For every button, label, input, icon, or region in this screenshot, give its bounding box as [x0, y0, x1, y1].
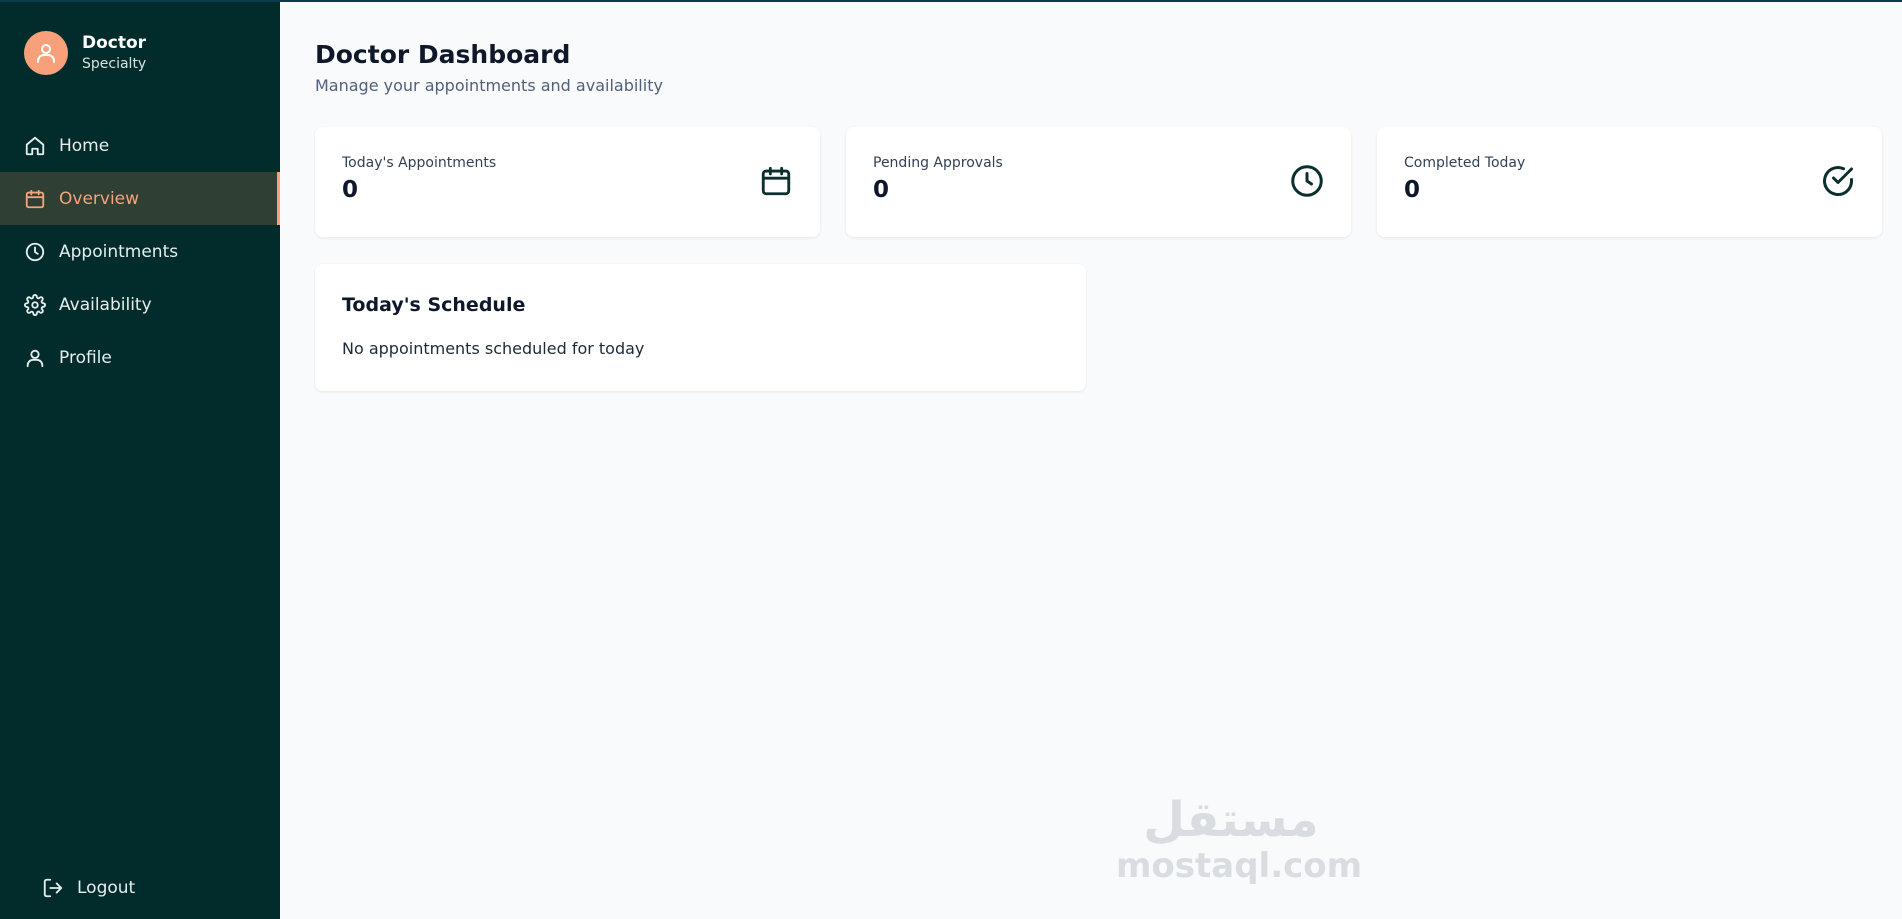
sidebar-item-availability[interactable]: Availability: [0, 278, 280, 331]
profile-block: Doctor Specialty: [0, 2, 280, 75]
watermark-latin: mostaql.com: [1116, 846, 1363, 886]
sidebar-item-profile[interactable]: Profile: [0, 331, 280, 384]
schedule-empty-message: No appointments scheduled for today: [342, 339, 645, 358]
profile-name: Doctor: [82, 33, 147, 53]
stat-card-todays-appointments: Today's Appointments 0: [315, 127, 820, 237]
check-circle-icon: [1820, 163, 1856, 199]
calendar-icon: [758, 163, 794, 199]
page-title: Doctor Dashboard: [315, 40, 571, 69]
logout-button[interactable]: Logout: [42, 877, 135, 899]
sidebar-item-overview[interactable]: Overview: [0, 172, 280, 225]
sidebar-nav: Home Overview Appointments Availability …: [0, 119, 280, 384]
stat-value: 0: [873, 177, 890, 203]
profile-specialty: Specialty: [82, 56, 147, 72]
logout-label: Logout: [77, 878, 136, 898]
home-icon: [24, 135, 46, 157]
stat-card-completed-today: Completed Today 0: [1377, 127, 1882, 237]
logout-icon: [42, 877, 64, 899]
stat-value: 0: [1404, 177, 1421, 203]
stat-value: 0: [342, 177, 359, 203]
app-root: Doctor Specialty Home Overview Appointme…: [0, 0, 1902, 919]
watermark-arabic: مستقل: [1143, 792, 1319, 848]
calendar-icon: [24, 188, 46, 210]
watermark: مستقل mostaql.com: [1116, 792, 1363, 886]
sidebar-item-label: Home: [59, 135, 110, 156]
sidebar-item-label: Profile: [59, 347, 112, 368]
page-subtitle: Manage your appointments and availabilit…: [315, 76, 663, 95]
sidebar-item-label: Appointments: [59, 241, 179, 262]
sidebar-item-home[interactable]: Home: [0, 119, 280, 172]
user-icon: [24, 347, 46, 369]
clock-icon: [1289, 163, 1325, 199]
stat-label: Today's Appointments: [342, 155, 497, 171]
schedule-title: Today's Schedule: [342, 294, 526, 316]
avatar: [24, 31, 68, 75]
stat-label: Completed Today: [1404, 155, 1526, 171]
sidebar: Doctor Specialty Home Overview Appointme…: [0, 2, 280, 919]
sidebar-item-label: Availability: [59, 294, 152, 315]
gear-icon: [24, 293, 46, 316]
todays-schedule-card: Today's Schedule No appointments schedul…: [315, 264, 1086, 391]
user-icon: [37, 44, 55, 63]
main-content: Doctor Dashboard Manage your appointment…: [280, 2, 1902, 919]
sidebar-item-label: Overview: [59, 188, 140, 209]
stat-label: Pending Approvals: [873, 155, 1003, 171]
sidebar-item-appointments[interactable]: Appointments: [0, 225, 280, 278]
stat-card-pending-approvals: Pending Approvals 0: [846, 127, 1351, 237]
stats-row: Today's Appointments 0 Pending Approvals…: [315, 127, 1900, 237]
clock-icon: [24, 241, 46, 263]
profile-text: Doctor Specialty: [82, 32, 146, 74]
